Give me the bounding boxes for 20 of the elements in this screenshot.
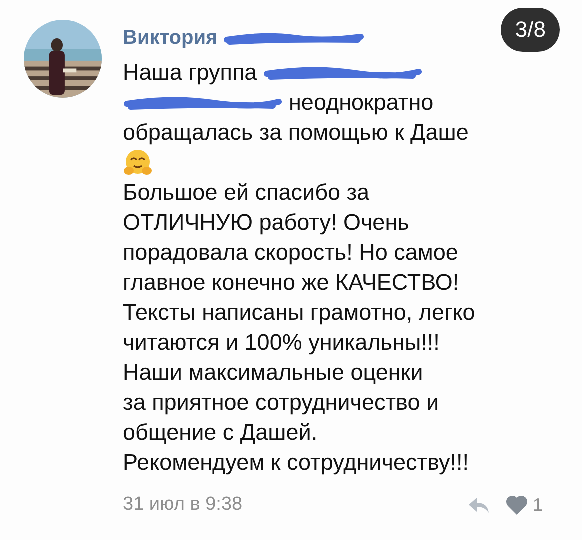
comment-text: главное конечно же КАЧЕСТВО! (123, 270, 460, 296)
comment-text: за приятное сотрудничество и (123, 390, 440, 416)
heart-icon[interactable] (504, 494, 529, 516)
comment-text: Большое ей спасибо за (123, 180, 370, 206)
comment-text: ОТЛИЧНУЮ работу! Очень (123, 210, 410, 236)
page-counter: 3/8 (501, 8, 560, 52)
like-count: 1 (532, 494, 543, 516)
comment-text: Рекомендуем к сотрудничеству!!! (123, 450, 469, 476)
comment-text: Наша группа (123, 60, 258, 86)
author-name[interactable]: Виктория (123, 26, 218, 50)
comment-text: общение с Дашей. (123, 420, 318, 446)
comment-text: обращалась за помощью к Даше (123, 120, 469, 146)
comment-text: читаются и 100% уникальны!!! (123, 330, 440, 356)
comment-text: порадовала скорость! Но самое (123, 240, 458, 266)
comment-text: Наши максимальные оценки (123, 360, 424, 386)
comment-text: неоднократно (289, 90, 434, 116)
reply-icon[interactable] (466, 496, 491, 514)
comment-text: Тексты написаны грамотно, легко (123, 300, 476, 326)
smiley-icon (123, 148, 153, 178)
comment-date: 31 июл в 9:38 (123, 494, 243, 516)
